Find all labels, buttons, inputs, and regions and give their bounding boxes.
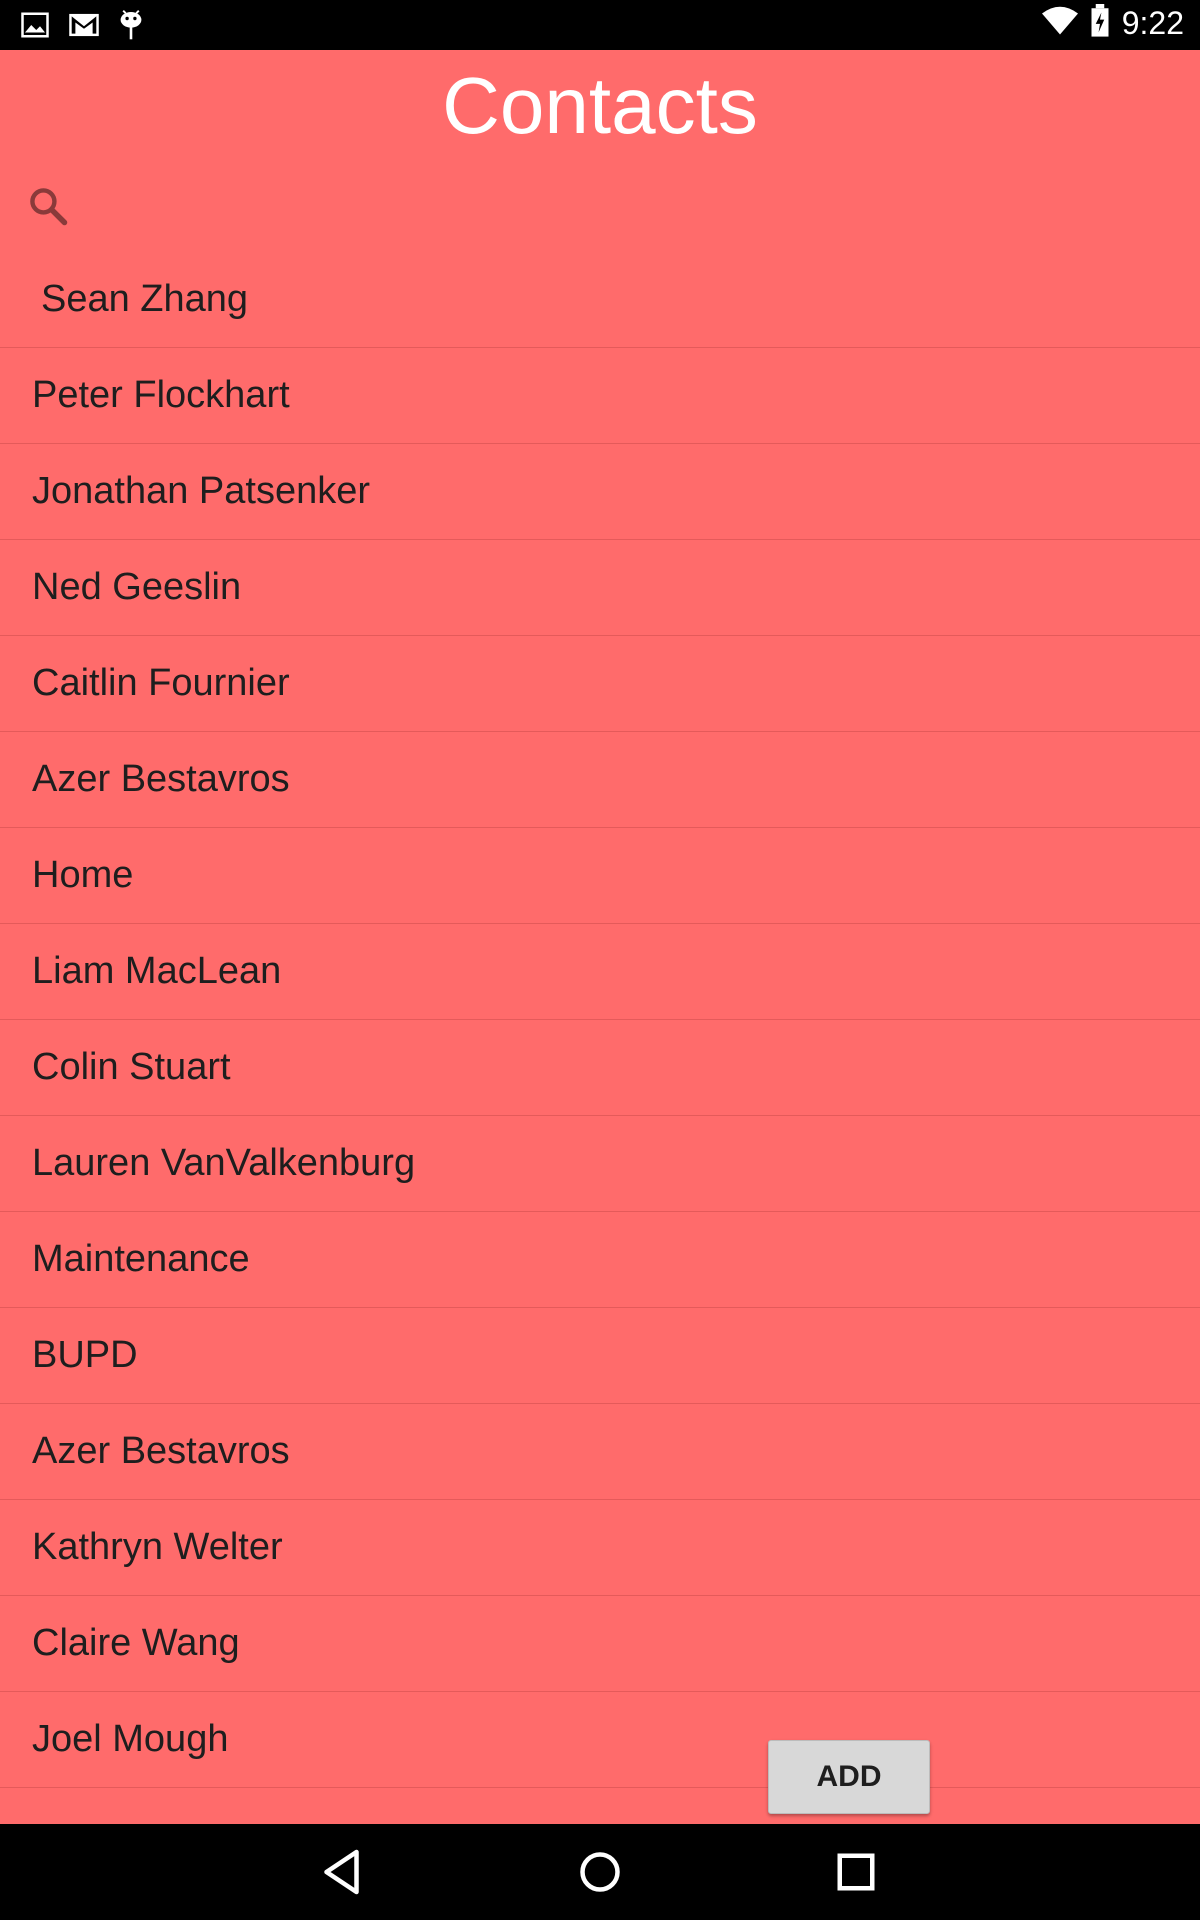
contact-row[interactable]: Joel Mough xyxy=(0,1692,1200,1788)
contact-name: Jonathan Patsenker xyxy=(32,470,371,512)
android-debug-icon xyxy=(118,8,144,47)
contact-name: Claire Wang xyxy=(32,1622,240,1664)
search-icon[interactable] xyxy=(26,184,70,228)
contact-name: Ned Geeslin xyxy=(32,566,242,608)
gmail-icon xyxy=(68,10,100,45)
contact-list[interactable]: Sean Zhang Peter Flockhart Jonathan Pats… xyxy=(0,252,1200,1824)
recents-icon[interactable] xyxy=(826,1842,886,1902)
back-icon[interactable] xyxy=(314,1842,374,1902)
contact-row[interactable]: Azer Bestavros xyxy=(0,732,1200,828)
contact-name: Home xyxy=(32,854,134,896)
contact-name: Caitlin Fournier xyxy=(32,662,290,704)
contact-name: Kathryn Welter xyxy=(32,1526,283,1568)
contact-row[interactable]: Home xyxy=(0,828,1200,924)
contact-row[interactable]: Lauren VanValkenburg xyxy=(0,1116,1200,1212)
contact-name: Azer Bestavros xyxy=(32,1430,290,1472)
contact-row[interactable]: Kathryn Welter xyxy=(0,1500,1200,1596)
contact-row[interactable]: Ned Geeslin xyxy=(0,540,1200,636)
add-button[interactable]: ADD xyxy=(768,1740,930,1814)
contact-name: Maintenance xyxy=(32,1238,250,1280)
contact-row[interactable]: Colin Stuart xyxy=(0,1020,1200,1116)
wifi-icon xyxy=(1041,6,1078,41)
page-title: Contacts xyxy=(442,61,758,150)
contact-row[interactable]: Maintenance xyxy=(0,1212,1200,1308)
contact-name: Liam MacLean xyxy=(32,950,282,992)
contact-row[interactable]: BUPD xyxy=(0,1308,1200,1404)
battery-charging-icon xyxy=(1090,4,1110,43)
contact-row[interactable]: Jonathan Patsenker xyxy=(0,444,1200,540)
navigation-bar xyxy=(0,1824,1200,1920)
contacts-screen: 9:22 Contacts Sean Zhang Peter Flockhart… xyxy=(0,0,1200,1920)
contact-name: Peter Flockhart xyxy=(32,374,290,416)
contact-name: Colin Stuart xyxy=(32,1046,231,1088)
contact-row[interactable]: Caitlin Fournier xyxy=(0,636,1200,732)
contact-name: Sean Zhang xyxy=(41,278,249,320)
search-input[interactable] xyxy=(90,180,1174,232)
status-bar: 9:22 xyxy=(0,0,1200,50)
contact-row[interactable]: Sean Zhang xyxy=(0,252,1200,348)
contact-name: BUPD xyxy=(32,1334,138,1376)
contact-name: Azer Bestavros xyxy=(32,758,290,800)
contact-row[interactable]: Claire Wang xyxy=(0,1596,1200,1692)
contact-row[interactable]: Peter Flockhart xyxy=(0,348,1200,444)
image-icon xyxy=(20,10,50,45)
home-icon[interactable] xyxy=(570,1842,630,1902)
contact-name: Lauren VanValkenburg xyxy=(32,1142,416,1184)
system-status: 9:22 xyxy=(1041,4,1184,43)
search-bar[interactable] xyxy=(0,170,1200,240)
status-time: 9:22 xyxy=(1121,5,1184,41)
contact-name: Joel Mough xyxy=(32,1718,229,1760)
contact-row[interactable]: Liam MacLean xyxy=(0,924,1200,1020)
contact-row[interactable]: Azer Bestavros xyxy=(0,1404,1200,1500)
notification-icons xyxy=(20,8,144,47)
